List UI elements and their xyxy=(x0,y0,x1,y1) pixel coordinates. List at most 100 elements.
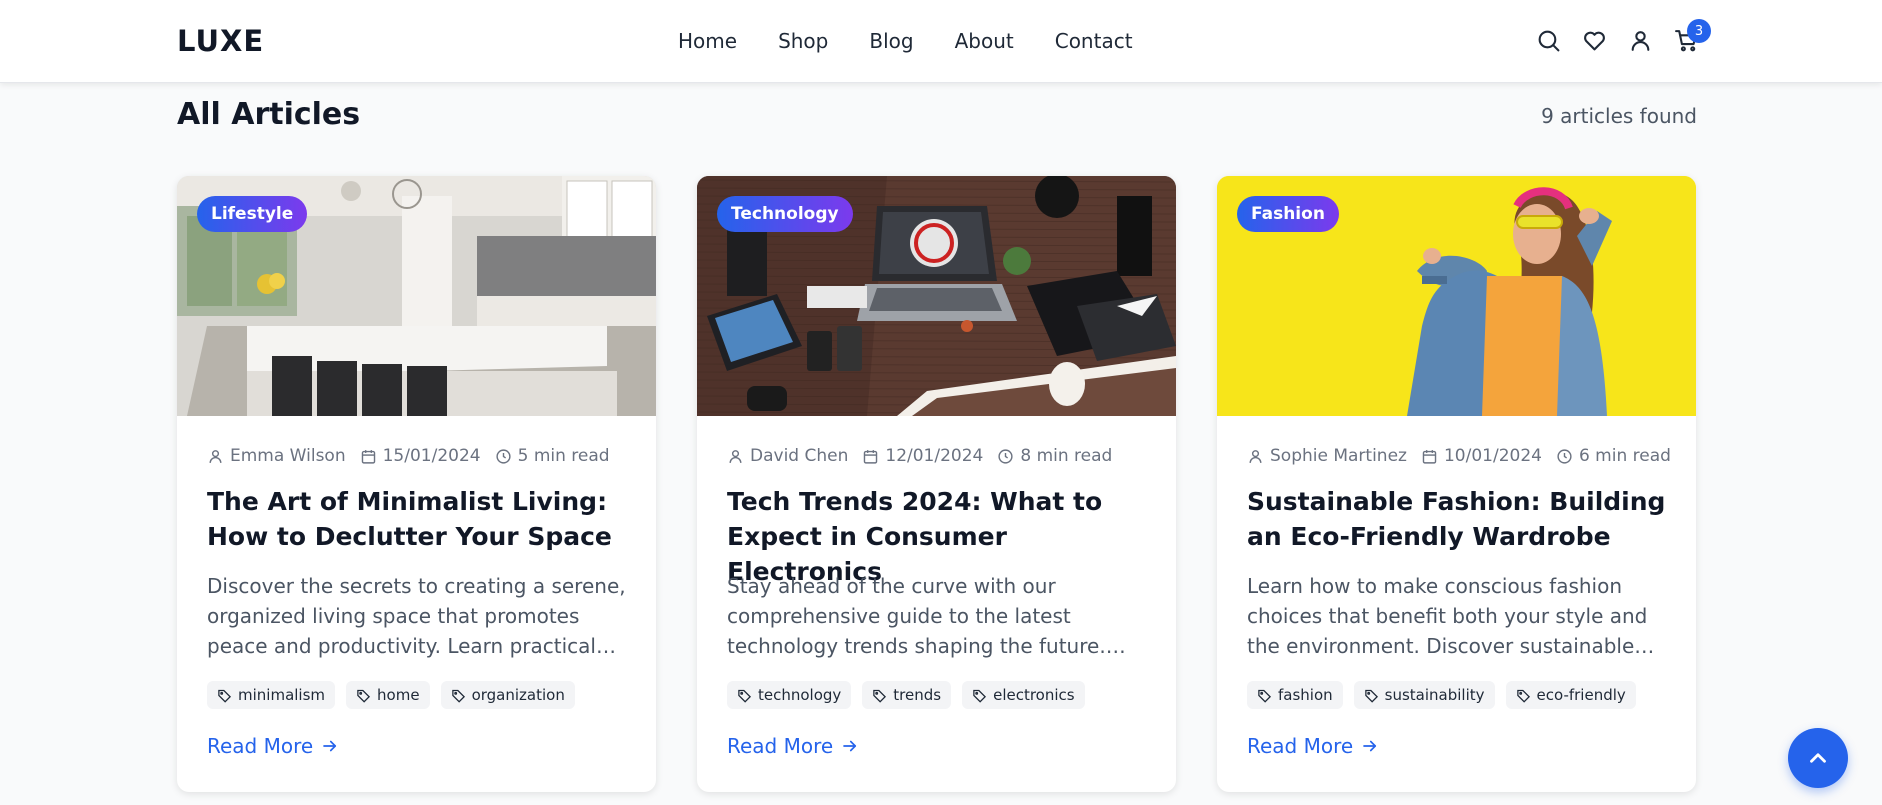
tag-icon xyxy=(218,689,232,703)
read-time-meta: 8 min read xyxy=(997,446,1112,466)
cart-button[interactable]: 3 xyxy=(1674,19,1711,53)
article-count: 9 articles found xyxy=(1541,104,1697,128)
publish-date: 15/01/2024 xyxy=(382,446,481,466)
read-more-label: Read More xyxy=(727,734,834,758)
tag-icon xyxy=(738,689,752,703)
page-title: All Articles xyxy=(177,97,361,132)
publish-date: 10/01/2024 xyxy=(1443,446,1542,466)
scroll-to-top-button[interactable] xyxy=(1788,728,1848,788)
nav-about[interactable]: About xyxy=(955,29,1014,53)
chevron-up-icon xyxy=(1810,753,1826,763)
tag-label: home xyxy=(377,686,420,704)
tag-icon xyxy=(1364,689,1378,703)
arrow-right-icon xyxy=(323,740,337,752)
author-name: Emma Wilson xyxy=(230,446,346,466)
tag-chip[interactable]: electronics xyxy=(962,681,1085,709)
article-card[interactable]: Fashion Sophie Martinez 10/01/2024 6 min… xyxy=(1217,176,1696,792)
article-image[interactable]: Lifestyle xyxy=(177,176,656,416)
header-actions: 3 xyxy=(1536,19,1711,53)
tag-chip[interactable]: home xyxy=(346,681,430,709)
read-time: 6 min read xyxy=(1578,446,1671,466)
calendar-icon xyxy=(864,449,878,464)
tag-chip[interactable]: minimalism xyxy=(207,681,336,709)
article-title[interactable]: Sustainable Fashion: Building an Eco-Fri… xyxy=(1247,484,1667,554)
read-more-label: Read More xyxy=(1247,734,1354,758)
nav-blog[interactable]: Blog xyxy=(869,29,913,53)
tag-chip[interactable]: organization xyxy=(440,681,575,709)
category-badge[interactable]: Fashion xyxy=(1237,196,1339,232)
article-meta: Sophie Martinez 10/01/2024 6 min read xyxy=(1247,446,1671,466)
tag-chip[interactable]: trends xyxy=(862,681,952,709)
read-more-link[interactable]: Read More xyxy=(1247,734,1379,758)
tag-chip[interactable]: sustainability xyxy=(1353,681,1495,709)
read-more-link[interactable]: Read More xyxy=(727,734,859,758)
tag-label: trends xyxy=(893,686,942,704)
arrow-right-icon xyxy=(1363,740,1377,752)
tag-label: sustainability xyxy=(1384,686,1485,704)
heart-icon[interactable] xyxy=(1582,28,1607,53)
tag-chip[interactable]: eco-friendly xyxy=(1505,681,1636,709)
tag-label: minimalism xyxy=(238,686,326,704)
date-meta: 15/01/2024 xyxy=(360,446,481,466)
article-image[interactable]: Fashion xyxy=(1217,176,1696,416)
article-tags: minimalism home organization xyxy=(207,681,575,709)
tag-icon xyxy=(873,689,887,703)
tag-icon xyxy=(973,689,987,703)
calendar-icon xyxy=(361,449,375,464)
author-name: Sophie Martinez xyxy=(1270,446,1407,466)
date-meta: 10/01/2024 xyxy=(1421,446,1542,466)
date-meta: 12/01/2024 xyxy=(862,446,983,466)
article-meta: Emma Wilson 15/01/2024 5 min read xyxy=(207,446,610,466)
arrow-right-icon xyxy=(843,740,857,752)
tag-label: technology xyxy=(758,686,842,704)
article-title[interactable]: The Art of Minimalist Living: How to Dec… xyxy=(207,484,627,554)
tag-label: organization xyxy=(471,686,565,704)
article-tags: technology trends electronics xyxy=(727,681,1085,709)
cart-count-badge: 3 xyxy=(1687,19,1711,43)
read-time: 5 min read xyxy=(517,446,610,466)
publish-date: 12/01/2024 xyxy=(885,446,984,466)
main-nav: Home Shop Blog About Contact xyxy=(678,29,1133,53)
clock-icon xyxy=(998,448,1013,464)
article-image[interactable]: Technology xyxy=(697,176,1176,416)
nav-contact[interactable]: Contact xyxy=(1055,29,1133,53)
tag-icon xyxy=(1258,689,1272,703)
read-time-meta: 6 min read xyxy=(1556,446,1671,466)
clock-icon xyxy=(496,448,511,464)
author-meta: Emma Wilson xyxy=(207,446,346,466)
category-badge[interactable]: Lifestyle xyxy=(197,196,308,232)
read-more-label: Read More xyxy=(207,734,314,758)
user-icon xyxy=(729,449,742,463)
site-header: LUXE Home Shop Blog About Contact 3 xyxy=(0,0,1882,83)
tag-label: fashion xyxy=(1278,686,1333,704)
user-icon[interactable] xyxy=(1628,28,1653,53)
read-more-link[interactable]: Read More xyxy=(207,734,339,758)
tag-icon xyxy=(357,689,371,703)
category-badge[interactable]: Technology xyxy=(717,196,853,232)
nav-shop[interactable]: Shop xyxy=(778,29,828,53)
article-excerpt: Stay ahead of the curve with our compreh… xyxy=(727,574,1106,658)
author-meta: Sophie Martinez xyxy=(1247,446,1407,466)
site-logo[interactable]: LUXE xyxy=(177,24,264,58)
user-icon xyxy=(1249,449,1262,463)
tag-chip[interactable]: technology xyxy=(727,681,852,709)
author-meta: David Chen xyxy=(727,446,848,466)
nav-home[interactable]: Home xyxy=(678,29,737,53)
article-card[interactable]: Technology David Chen 12/01/2024 8 min r… xyxy=(697,176,1176,792)
read-time-meta: 5 min read xyxy=(495,446,610,466)
user-icon xyxy=(209,449,222,463)
clock-icon xyxy=(1557,448,1572,464)
tag-icon xyxy=(451,689,465,703)
search-icon[interactable] xyxy=(1536,28,1561,53)
tag-chip[interactable]: fashion xyxy=(1247,681,1343,709)
article-tags: fashion sustainability eco-friendly xyxy=(1247,681,1636,709)
article-card[interactable]: Lifestyle Emma Wilson 15/01/2024 5 min r… xyxy=(177,176,656,792)
author-name: David Chen xyxy=(750,446,849,466)
tag-label: electronics xyxy=(993,686,1075,704)
article-meta: David Chen 12/01/2024 8 min read xyxy=(727,446,1112,466)
tag-icon xyxy=(1516,689,1530,703)
calendar-icon xyxy=(1422,449,1437,464)
read-time: 8 min read xyxy=(1020,446,1113,466)
article-excerpt: Learn how to make conscious fashion choi… xyxy=(1247,574,1648,658)
article-excerpt: Discover the secrets to creating a seren… xyxy=(207,574,626,658)
